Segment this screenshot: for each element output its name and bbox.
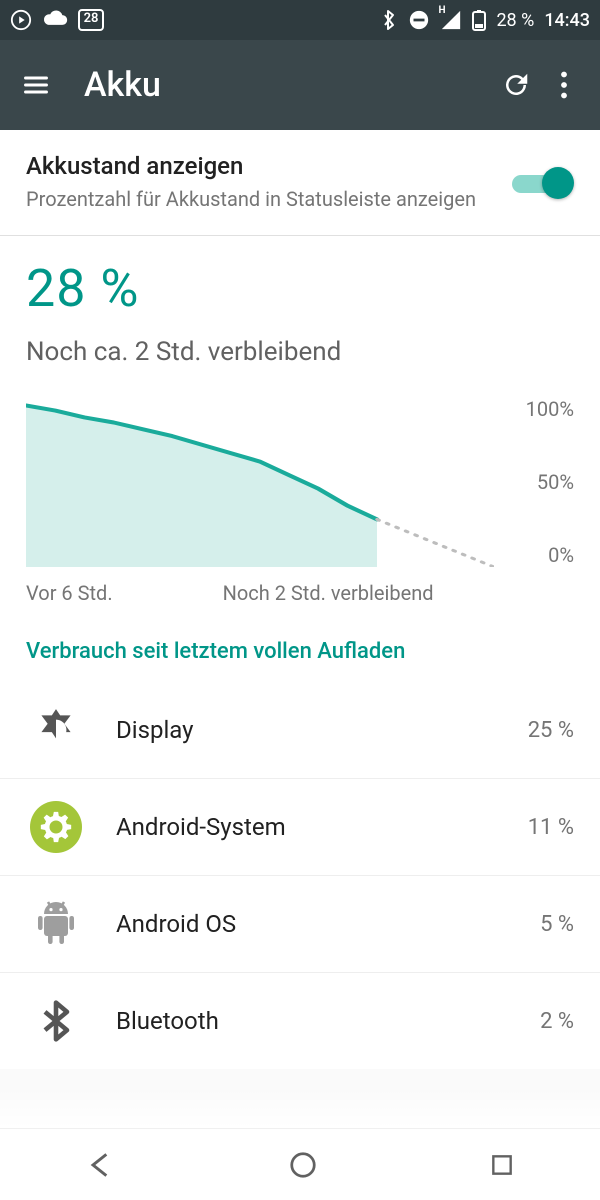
xlabel-left: Vor 6 Std.	[26, 581, 113, 605]
nav-recent-button[interactable]	[489, 1152, 515, 1178]
usage-since-header: Verbrauch seit letztem vollen Aufladen	[0, 613, 600, 682]
battery-icon	[472, 9, 486, 31]
nav-back-button[interactable]	[85, 1149, 117, 1181]
home-icon	[288, 1150, 318, 1180]
chart-y-axis: 100% 50% 0%	[494, 397, 574, 567]
toggle-title: Akkustand anzeigen	[26, 152, 512, 180]
recent-icon	[489, 1152, 515, 1178]
usage-pct: 5 %	[540, 912, 574, 937]
ytick-0: 0%	[548, 543, 574, 567]
bluetooth-icon	[380, 9, 398, 31]
more-vert-icon	[560, 71, 568, 99]
nav-bar	[0, 1128, 600, 1200]
usage-row-bluetooth[interactable]: Bluetooth2 %	[0, 973, 600, 1069]
bluetooth-icon	[26, 991, 86, 1051]
usage-pct: 2 %	[540, 1009, 574, 1034]
signal-icon: H	[440, 9, 462, 31]
refresh-icon	[501, 70, 531, 100]
usage-row-android-system[interactable]: Android-System11 %	[0, 779, 600, 875]
usage-label: Android OS	[116, 910, 540, 938]
usage-label: Android-System	[116, 813, 528, 841]
toggle-subtitle: Prozentzahl für Akkustand in Statusleist…	[26, 186, 512, 213]
cloud-icon	[42, 9, 68, 31]
battery-summary[interactable]: 28 % Noch ca. 2 Std. verbleibend	[0, 236, 600, 377]
usage-row-display[interactable]: Display25 %	[0, 682, 600, 778]
gear-icon	[26, 797, 86, 857]
hamburger-icon	[22, 71, 50, 99]
menu-button[interactable]	[12, 61, 60, 109]
dnd-icon	[408, 9, 430, 31]
usage-list: Display25 %Android-System11 %Android OS5…	[0, 682, 600, 1069]
play-icon	[10, 9, 32, 31]
battery-chart[interactable]: 100% 50% 0% Vor 6 Std. Noch 2 Std. verbl…	[0, 377, 600, 613]
back-icon	[85, 1149, 117, 1181]
usage-pct: 25 %	[528, 718, 574, 743]
ytick-100: 100%	[526, 397, 574, 421]
refresh-button[interactable]	[492, 61, 540, 109]
usage-pct: 11 %	[528, 815, 574, 840]
usage-label: Bluetooth	[116, 1007, 540, 1035]
usage-label: Display	[116, 716, 528, 744]
ytick-50: 50%	[537, 470, 574, 494]
show-percent-toggle-row[interactable]: Akkustand anzeigen Prozentzahl für Akkus…	[0, 130, 600, 235]
usage-row-android-os[interactable]: Android OS5 %	[0, 876, 600, 972]
app-bar: Akku	[0, 40, 600, 130]
brightness-icon	[26, 700, 86, 760]
nav-home-button[interactable]	[288, 1150, 318, 1180]
toggle-switch[interactable]	[512, 165, 574, 201]
battery-percent: 28 %	[26, 258, 574, 319]
calendar-icon: 28	[78, 9, 104, 31]
status-time: 14:43	[544, 10, 590, 31]
status-bar: 28 H 28 % 14:43	[0, 0, 600, 40]
android-icon	[26, 894, 86, 954]
page-title: Akku	[84, 65, 492, 105]
calendar-badge: 28	[78, 11, 104, 26]
overflow-button[interactable]	[540, 61, 588, 109]
xlabel-right: Noch 2 Std. verbleibend	[223, 581, 434, 605]
battery-remaining: Noch ca. 2 Std. verbleibend	[26, 337, 574, 367]
status-battery-pct: 28 %	[496, 10, 534, 31]
chart-x-axis: Vor 6 Std. Noch 2 Std. verbleibend	[26, 581, 574, 605]
